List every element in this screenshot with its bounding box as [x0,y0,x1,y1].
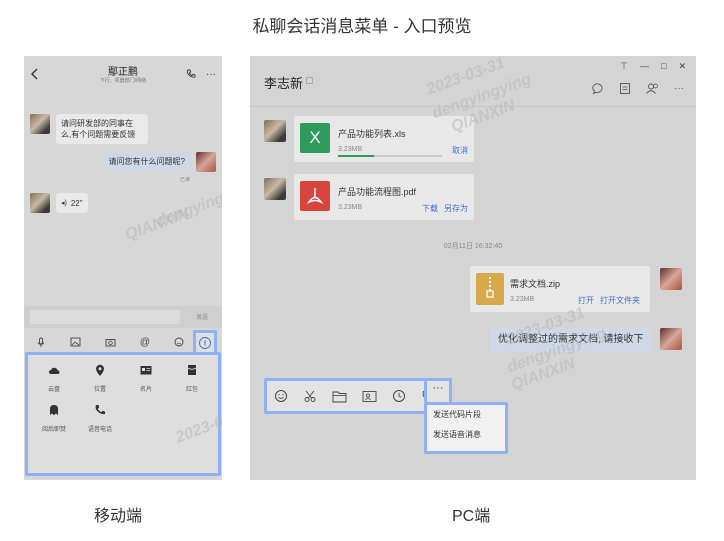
file-card[interactable]: 需求文档.zip 3.23MB 打开 打开文件夹 [470,266,650,312]
file-name: 产品功能流程图.pdf [338,187,417,197]
panel-item[interactable]: 阅后即焚 [32,403,76,433]
message-row: ◂) 22" [30,193,88,213]
mobile-preview: 鄢正鹏 下行、机器部门/网络 ··· 请问研发部的同事在么,有个问题需要反馈 请… [24,56,222,480]
avatar[interactable] [660,268,682,290]
pin-icon[interactable]: ⊤ [620,61,628,72]
avatar[interactable] [30,114,50,134]
avatar[interactable] [264,120,286,142]
read-receipt: 已读 [179,177,190,183]
avatar[interactable] [196,152,216,172]
plus-icon [199,337,211,349]
menu-item-send-voice-message[interactable]: 发送语音消息 [427,425,505,445]
page-title: 私聊会话消息菜单 - 入口预览 [252,17,472,36]
more-menu: 发送代码片段 发送语音消息 [424,402,508,454]
mention-icon[interactable]: @ [140,337,150,348]
avatar[interactable] [30,193,50,213]
upload-progress [338,155,442,157]
excel-file-icon: X [300,123,330,153]
contacts-icon[interactable] [645,82,660,95]
watermark: QIANXIN [122,205,192,244]
document-icon[interactable] [619,82,631,95]
menu-item-send-code-snippet[interactable]: 发送代码片段 [427,405,505,425]
file-name: 需求文档.zip [510,279,561,289]
send-button[interactable]: 发送 [196,312,208,321]
image-icon[interactable] [70,337,81,347]
mobile-contact-subtitle: 下行、机器部门/网络 [99,78,147,84]
message-input[interactable] [30,310,180,324]
panel-item-label: 语音电话 [87,427,112,433]
message-row: 请问您有什么问题呢? [103,152,216,172]
zip-file-icon [476,273,504,305]
microphone-icon[interactable] [36,337,46,348]
voice-message[interactable]: ◂) 22" [56,193,88,213]
file-size: 3.23MB [510,296,535,303]
clock-icon[interactable] [392,389,406,403]
folder-icon[interactable] [332,390,347,403]
scissors-icon[interactable] [303,389,317,403]
more-icon[interactable]: ··· [674,83,684,94]
message-row: 请问研发部的同事在么,有个问题需要反馈 [30,114,148,144]
progress-fill [338,155,375,157]
file-size: 3.23MB [338,146,363,153]
open-folder-link[interactable]: 打开文件夹 [600,295,640,306]
mobile-header: 鄢正鹏 下行、机器部门/网络 ··· [24,56,222,92]
panel-item-label: 阅后即焚 [41,427,66,433]
download-link[interactable]: 下载 [422,203,438,214]
avatar[interactable] [264,178,286,200]
panel-item-label: 名片 [139,387,152,393]
maximize-icon[interactable]: □ [661,61,666,72]
contact-card-icon[interactable] [362,390,377,403]
panel-item-label: 红包 [185,387,198,393]
close-icon[interactable]: ✕ [678,61,686,72]
file-size: 3.23MB [338,204,363,211]
contact-card-icon [139,363,153,377]
panel-item[interactable]: 位置 [78,363,122,393]
mobile-contact-name: 鄢正鹏 [108,67,138,78]
panel-item[interactable]: 语音电话 [78,403,122,433]
pc-preview: 李志新 ⊤ — □ ✕ ··· X 产品功能列表.xls 3.23MB 取消 产… [250,56,696,480]
voice-wave-icon: ◂) [61,199,67,207]
header-actions: ··· [592,82,684,95]
red-packet-icon [185,363,199,377]
file-card[interactable]: 产品功能流程图.pdf 3.23MB 下载 另存为 [294,174,474,220]
voice-duration: 22" [70,198,83,208]
cancel-link[interactable]: 取消 [452,145,468,156]
pdf-file-icon [300,181,330,211]
location-icon [93,363,107,377]
panel-item[interactable]: 名片 [124,363,168,393]
camera-icon[interactable] [105,337,116,347]
more-button-highlight[interactable]: ··· [424,378,452,402]
panel-item-label: 位置 [93,387,106,393]
more-icon[interactable]: ··· [427,381,449,395]
window-controls: ⊤ — □ ✕ [620,61,686,72]
minimize-icon[interactable]: — [640,61,649,72]
panel-item[interactable]: 云盘 [32,363,76,393]
plus-button-highlight[interactable] [193,330,217,354]
file-card[interactable]: X 产品功能列表.xls 3.23MB 取消 [294,116,474,162]
pc-contact-name: 李志新 [264,76,304,91]
panel-item-label: 云盘 [47,387,60,393]
pc-toolbar [264,378,448,414]
pc-caption: PC端 [452,508,491,525]
message-bubble[interactable]: 请问您有什么问题呢? [103,152,190,171]
emoji-icon[interactable] [274,389,288,403]
file-name: 产品功能列表.xls [338,129,406,139]
panel-item[interactable]: 红包 [170,363,214,393]
voice-call-icon [93,403,107,417]
mobile-input-bar: 发送 [24,306,222,328]
emoji-icon[interactable] [174,337,184,347]
mobile-caption: 移动端 [94,508,143,525]
avatar[interactable] [660,328,682,350]
mobile-plus-panel: 云盘 位置 名片 红包阅后即焚 语音电话 [25,352,221,476]
cloud-icon [47,363,61,377]
timestamp: 02月11日 16:32:40 [443,243,503,250]
save-as-link[interactable]: 另存为 [444,203,468,214]
burn-after-read-icon [47,403,61,417]
status-icon [306,77,313,84]
chat-bubble-icon[interactable] [592,82,605,95]
toolbar-icons [267,381,445,411]
message-bubble[interactable]: 请问研发部的同事在么,有个问题需要反馈 [56,114,148,144]
